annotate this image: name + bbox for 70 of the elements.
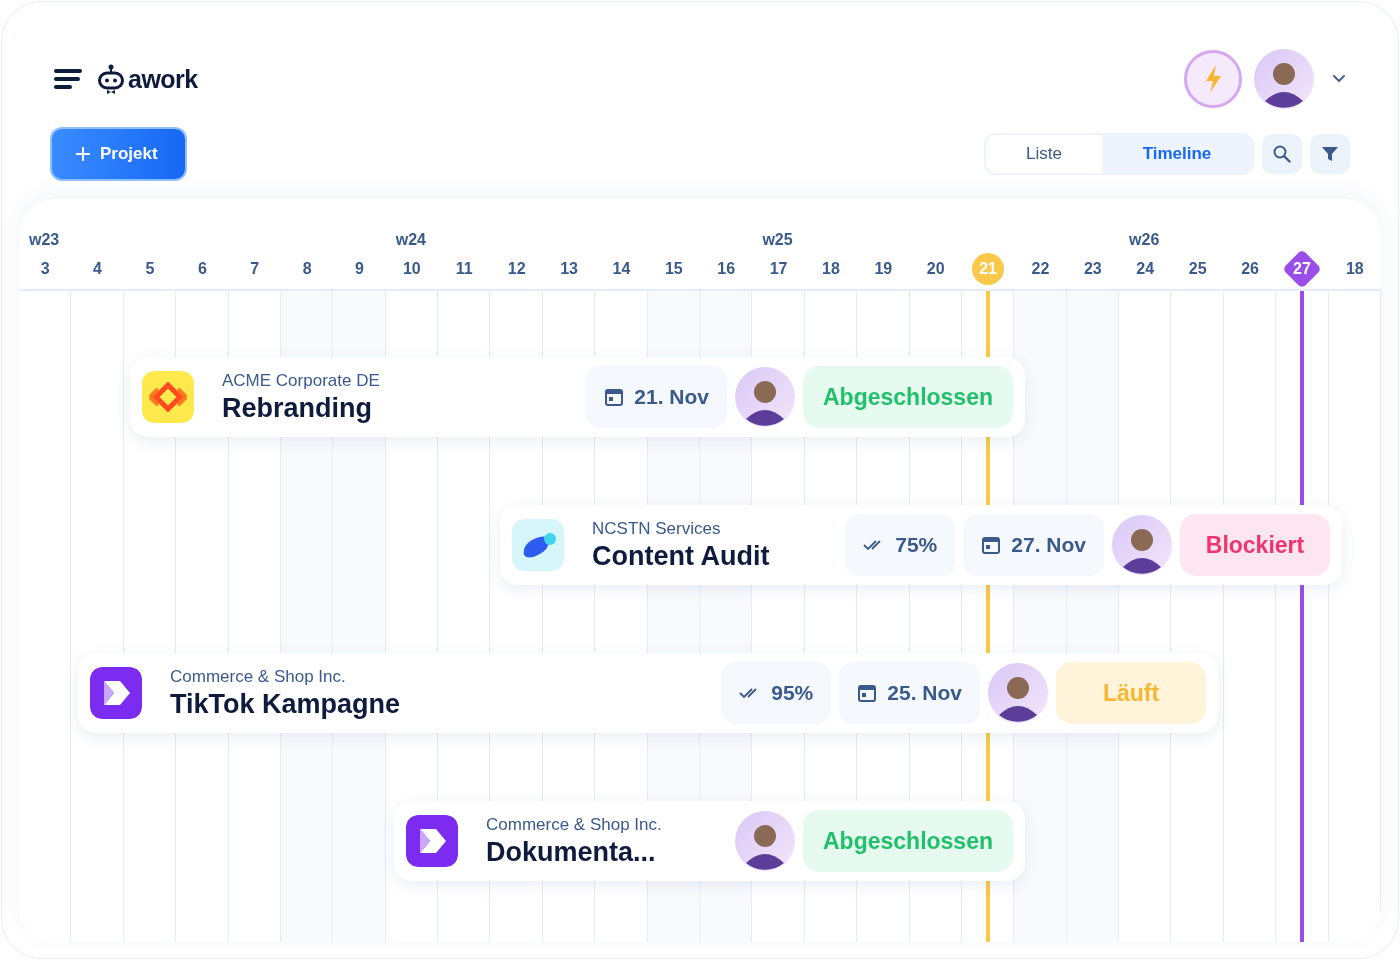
- due-date-chip: 21. Nov: [586, 366, 727, 428]
- project-logo-icon: [90, 667, 142, 719]
- day-label: 12: [506, 259, 527, 279]
- project-logo-icon: [512, 519, 564, 571]
- day-label: 22: [1030, 259, 1051, 279]
- search-button[interactable]: [1262, 134, 1302, 174]
- project-title: Rebranding: [222, 392, 373, 424]
- day-label: 19: [873, 259, 894, 279]
- project-bar[interactable]: NCSTN Services Content Audit 75% 27. Nov Blockiert: [500, 505, 1342, 585]
- day-label: 14: [611, 259, 632, 279]
- client-name: ACME Corporate DE: [222, 370, 381, 391]
- new-project-button[interactable]: Projekt: [50, 127, 187, 181]
- project-bar[interactable]: Commerce & Shop Inc. Dokumenta... Abgeschlossen: [394, 801, 1025, 881]
- day-label: 6: [196, 259, 208, 279]
- day-label: 3: [39, 259, 51, 279]
- day-label: 13: [559, 259, 579, 279]
- project-title: Dokumenta...: [486, 836, 657, 868]
- view-tab[interactable]: Timeline: [1102, 135, 1252, 173]
- today-marker: 21: [972, 253, 1005, 285]
- chevron-down-icon[interactable]: [1332, 74, 1346, 84]
- project-logo-icon: [406, 815, 458, 867]
- search-icon: [1273, 145, 1291, 163]
- client-name: NCSTN Services: [592, 518, 722, 539]
- day-label: 11: [454, 259, 474, 279]
- project-bar[interactable]: ACME Corporate DE Rebranding 21. Nov Abgeschlossen: [130, 357, 1025, 437]
- project-title: TikTok Kampagne: [170, 688, 402, 720]
- avatar: [735, 811, 795, 871]
- calendar-icon: [981, 535, 1002, 555]
- avatar: [735, 367, 795, 427]
- week-label: w23: [28, 231, 61, 249]
- project-logo-icon: [142, 371, 194, 423]
- day-label: 7: [249, 259, 261, 279]
- day-label: 16: [716, 259, 737, 279]
- project-title: Content Audit: [592, 540, 771, 572]
- menu-icon[interactable]: [54, 69, 82, 89]
- status-badge[interactable]: Blockiert: [1180, 514, 1330, 576]
- progress-chip: 95%: [721, 662, 832, 724]
- week-label: w24: [394, 231, 427, 249]
- robot-logo-icon: [98, 64, 124, 94]
- day-label: 26: [1240, 259, 1260, 279]
- day-label: 25: [1187, 259, 1208, 279]
- day-label: 10: [401, 259, 422, 279]
- filter-button[interactable]: [1310, 134, 1350, 174]
- logo-text: awork: [128, 64, 198, 94]
- progress-chip: 75%: [845, 514, 956, 576]
- project-bar[interactable]: Commerce & Shop Inc. TikTok Kampagne 95% 25. Nov Läuft: [78, 653, 1218, 733]
- due-date-chip: 25. Nov: [839, 662, 980, 724]
- client-name: Commerce & Shop Inc.: [170, 666, 347, 687]
- day-label: 18: [1344, 259, 1365, 279]
- day-label: 17: [768, 259, 789, 279]
- day-label: 15: [663, 259, 684, 279]
- avatar: [988, 663, 1048, 723]
- due-date-chip: 27. Nov: [963, 514, 1104, 576]
- week-label: w26: [1128, 231, 1161, 249]
- day-label: 5: [144, 259, 156, 279]
- filter-icon: [1321, 145, 1339, 163]
- day-label: 18: [821, 259, 841, 279]
- plus-icon: [76, 147, 90, 161]
- day-label: 4: [92, 259, 103, 279]
- day-label: 24: [1135, 259, 1156, 279]
- day-label: 20: [925, 259, 946, 279]
- day-label: 8: [301, 259, 313, 279]
- day-label: 9: [354, 259, 365, 279]
- calendar-icon: [857, 683, 878, 703]
- client-name: Commerce & Shop Inc.: [486, 814, 663, 835]
- week-label: w25: [761, 231, 794, 249]
- calendar-icon: [604, 387, 625, 407]
- avatar: [1254, 49, 1314, 109]
- avatar: [1112, 515, 1172, 575]
- day-label: 23: [1082, 259, 1103, 279]
